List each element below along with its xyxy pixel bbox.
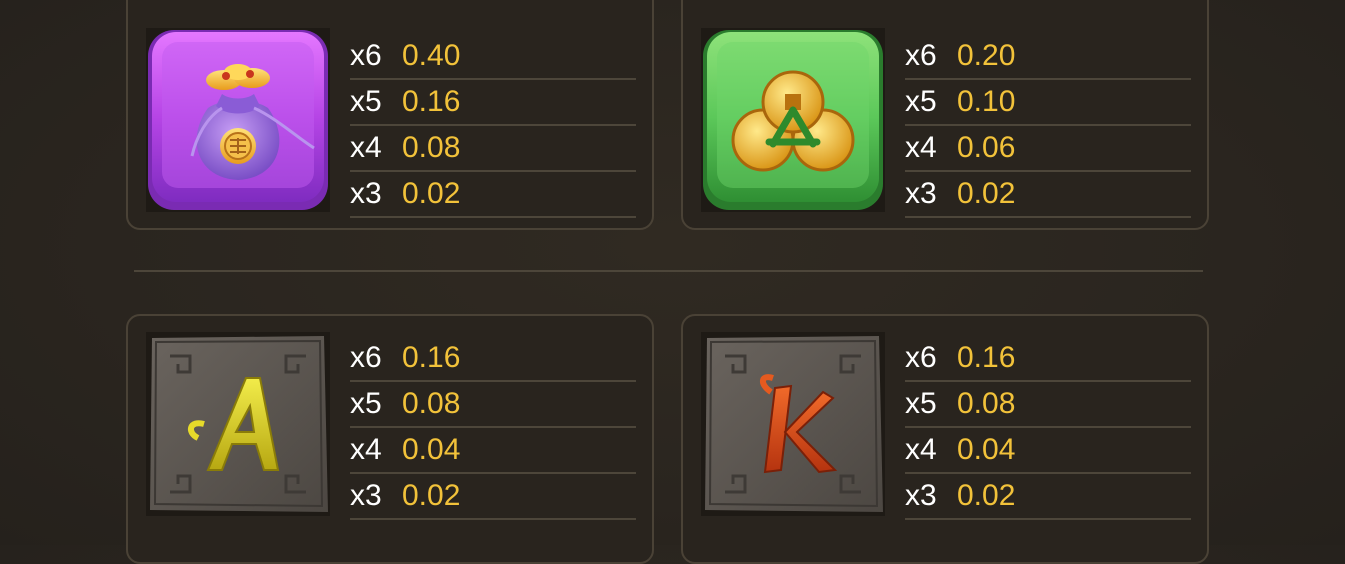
multiplier: x4 bbox=[350, 433, 382, 466]
payout-row: x3 0.02 bbox=[350, 172, 636, 218]
multiplier: x3 bbox=[350, 479, 382, 512]
section-divider bbox=[134, 270, 1203, 272]
payout-row: x3 0.02 bbox=[905, 172, 1191, 218]
payout-table-coins: x6 0.20 x5 0.10 x4 0.06 x3 0.02 bbox=[905, 34, 1191, 218]
payout-value: 0.40 bbox=[402, 39, 461, 72]
payout-value: 0.16 bbox=[402, 341, 461, 374]
payout-value: 0.08 bbox=[957, 387, 1016, 420]
payout-value: 0.04 bbox=[402, 433, 461, 466]
payout-row: x4 0.04 bbox=[905, 428, 1191, 474]
multiplier: x5 bbox=[350, 85, 382, 118]
payout-table-bag: x6 0.40 x5 0.16 x4 0.08 x3 0.02 bbox=[350, 34, 636, 218]
payout-row: x6 0.40 bbox=[350, 34, 636, 80]
payout-row: x5 0.16 bbox=[350, 80, 636, 126]
payout-value: 0.16 bbox=[957, 341, 1016, 374]
payout-row: x6 0.20 bbox=[905, 34, 1191, 80]
payout-value: 0.04 bbox=[957, 433, 1016, 466]
payout-row: x6 0.16 bbox=[350, 336, 636, 382]
multiplier: x3 bbox=[905, 479, 937, 512]
payout-value: 0.10 bbox=[957, 85, 1016, 118]
payout-value: 0.08 bbox=[402, 387, 461, 420]
payout-value: 0.08 bbox=[402, 131, 461, 164]
payout-value: 0.02 bbox=[957, 177, 1016, 210]
multiplier: x5 bbox=[905, 85, 937, 118]
multiplier: x3 bbox=[350, 177, 382, 210]
payout-value: 0.02 bbox=[402, 479, 461, 512]
multiplier: x5 bbox=[350, 387, 382, 420]
multiplier: x4 bbox=[905, 433, 937, 466]
payout-row: x6 0.16 bbox=[905, 336, 1191, 382]
paytable-panel-letter-a: x6 0.16 x5 0.08 x4 0.04 x3 0.02 bbox=[126, 314, 654, 564]
multiplier: x3 bbox=[905, 177, 937, 210]
payout-row: x5 0.08 bbox=[350, 382, 636, 428]
payout-row: x4 0.04 bbox=[350, 428, 636, 474]
payout-value: 0.20 bbox=[957, 39, 1016, 72]
multiplier: x5 bbox=[905, 387, 937, 420]
multiplier: x6 bbox=[905, 341, 937, 374]
payout-value: 0.16 bbox=[402, 85, 461, 118]
payout-table-letter-a: x6 0.16 x5 0.08 x4 0.04 x3 0.02 bbox=[350, 336, 636, 520]
payout-value: 0.02 bbox=[957, 479, 1016, 512]
paytable-panel-coins: x6 0.20 x5 0.10 x4 0.06 x3 0.02 bbox=[681, 0, 1209, 230]
payout-table-letter-k: x6 0.16 x5 0.08 x4 0.04 x3 0.02 bbox=[905, 336, 1191, 520]
payout-value: 0.06 bbox=[957, 131, 1016, 164]
multiplier: x4 bbox=[905, 131, 937, 164]
payout-row: x5 0.08 bbox=[905, 382, 1191, 428]
payout-row: x4 0.08 bbox=[350, 126, 636, 172]
multiplier: x6 bbox=[905, 39, 937, 72]
multiplier: x6 bbox=[350, 39, 382, 72]
payout-row: x4 0.06 bbox=[905, 126, 1191, 172]
payout-value: 0.02 bbox=[402, 177, 461, 210]
payout-row: x5 0.10 bbox=[905, 80, 1191, 126]
paytable-panel-letter-k: x6 0.16 x5 0.08 x4 0.04 x3 0.02 bbox=[681, 314, 1209, 564]
paytable-panel-bag: x6 0.40 x5 0.16 x4 0.08 x3 0.02 bbox=[126, 0, 654, 230]
multiplier: x6 bbox=[350, 341, 382, 374]
lucky-bag-icon bbox=[146, 28, 330, 212]
stone-letter-a-icon bbox=[146, 332, 330, 516]
payout-row: x3 0.02 bbox=[350, 474, 636, 520]
multiplier: x4 bbox=[350, 131, 382, 164]
gold-coins-icon bbox=[701, 28, 885, 212]
stone-letter-k-icon bbox=[701, 332, 885, 516]
payout-row: x3 0.02 bbox=[905, 474, 1191, 520]
